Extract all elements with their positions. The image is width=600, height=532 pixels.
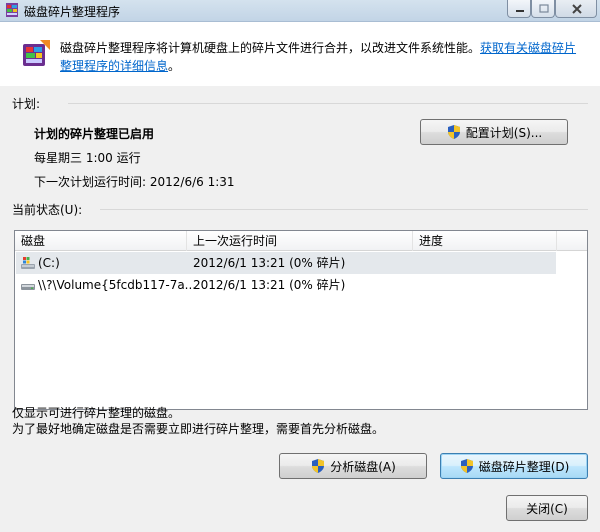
close-window-button[interactable] (555, 0, 597, 18)
maximize-button[interactable] (531, 0, 555, 18)
close-button-label: 关闭(C) (526, 501, 568, 516)
minimize-button[interactable] (507, 0, 531, 18)
disk-list-header: 磁盘 上一次运行时间 进度 (15, 231, 587, 251)
disk-row-volume[interactable]: \\?\Volume{5fcdb117-7a... 2012/6/1 13:21… (16, 274, 556, 296)
defragmenter-large-icon (23, 40, 50, 66)
close-button[interactable]: 关闭(C) (506, 495, 588, 521)
maximize-icon (539, 4, 549, 13)
defragmenter-app-icon (6, 3, 18, 17)
window-title: 磁盘碎片整理程序 (24, 5, 121, 19)
uac-shield-icon (460, 459, 473, 473)
system-drive-icon (21, 257, 35, 269)
disk-row-c[interactable]: (C:) 2012/6/1 13:21 (0% 碎片) (16, 252, 556, 274)
disk-name: (C:) (38, 256, 60, 270)
disk-list[interactable]: 磁盘 上一次运行时间 进度 (C:) 2012/6/1 13:21 (0% 碎片… (14, 230, 588, 410)
minimize-icon (516, 10, 524, 12)
description-text: 磁盘碎片整理程序将计算机硬盘上的碎片文件进行合并，以改进文件系统性能。 (60, 41, 481, 55)
uac-shield-icon (447, 125, 460, 139)
disk-last-run: 2012/6/1 13:21 (0% 碎片) (193, 278, 346, 292)
current-status-label: 当前状态(U): (12, 203, 83, 217)
schedule-separator (68, 103, 588, 104)
column-header-last-run[interactable]: 上一次运行时间 (187, 231, 413, 251)
schedule-frequency: 每星期三 1:00 运行 (34, 151, 141, 165)
analyze-disk-label: 分析磁盘(A) (330, 459, 396, 474)
note-defraggable-disks: 仅显示可进行碎片整理的磁盘。 (12, 406, 181, 420)
disk-name: \\?\Volume{5fcdb117-7a... (38, 278, 197, 292)
defragment-disk-label: 磁盘碎片整理(D) (478, 459, 570, 474)
analyze-disk-button[interactable]: 分析磁盘(A) (279, 453, 427, 479)
disk-last-run: 2012/6/1 13:21 (0% 碎片) (193, 256, 346, 270)
defragment-disk-button[interactable]: 磁盘碎片整理(D) (440, 453, 588, 479)
hard-drive-icon (21, 284, 35, 290)
column-header-disk[interactable]: 磁盘 (15, 231, 187, 251)
configure-schedule-button[interactable]: 配置计划(S)... (420, 119, 568, 145)
uac-shield-icon (312, 459, 325, 473)
current-status-separator (100, 209, 588, 210)
header-panel: 磁盘碎片整理程序将计算机硬盘上的碎片文件进行合并，以改进文件系统性能。获取有关磁… (0, 22, 600, 86)
dialog-client-area: 磁盘碎片整理程序将计算机硬盘上的碎片文件进行合并，以改进文件系统性能。获取有关磁… (0, 22, 600, 532)
note-analyze-first: 为了最好地确定磁盘是否需要立即进行碎片整理，需要首先分析磁盘。 (12, 422, 385, 436)
column-header-progress[interactable]: 进度 (413, 231, 557, 251)
schedule-status: 计划的碎片整理已启用 (34, 127, 155, 141)
title-bar: 磁盘碎片整理程序 (0, 0, 600, 22)
schedule-next-run: 下一次计划运行时间: 2012/6/6 1:31 (34, 175, 235, 189)
header-description: 磁盘碎片整理程序将计算机硬盘上的碎片文件进行合并，以改进文件系统性能。获取有关磁… (60, 39, 588, 75)
description-suffix: 。 (168, 59, 181, 73)
close-icon (572, 4, 582, 14)
schedule-section-label: 计划: (12, 97, 41, 111)
configure-schedule-label: 配置计划(S)... (465, 125, 543, 140)
